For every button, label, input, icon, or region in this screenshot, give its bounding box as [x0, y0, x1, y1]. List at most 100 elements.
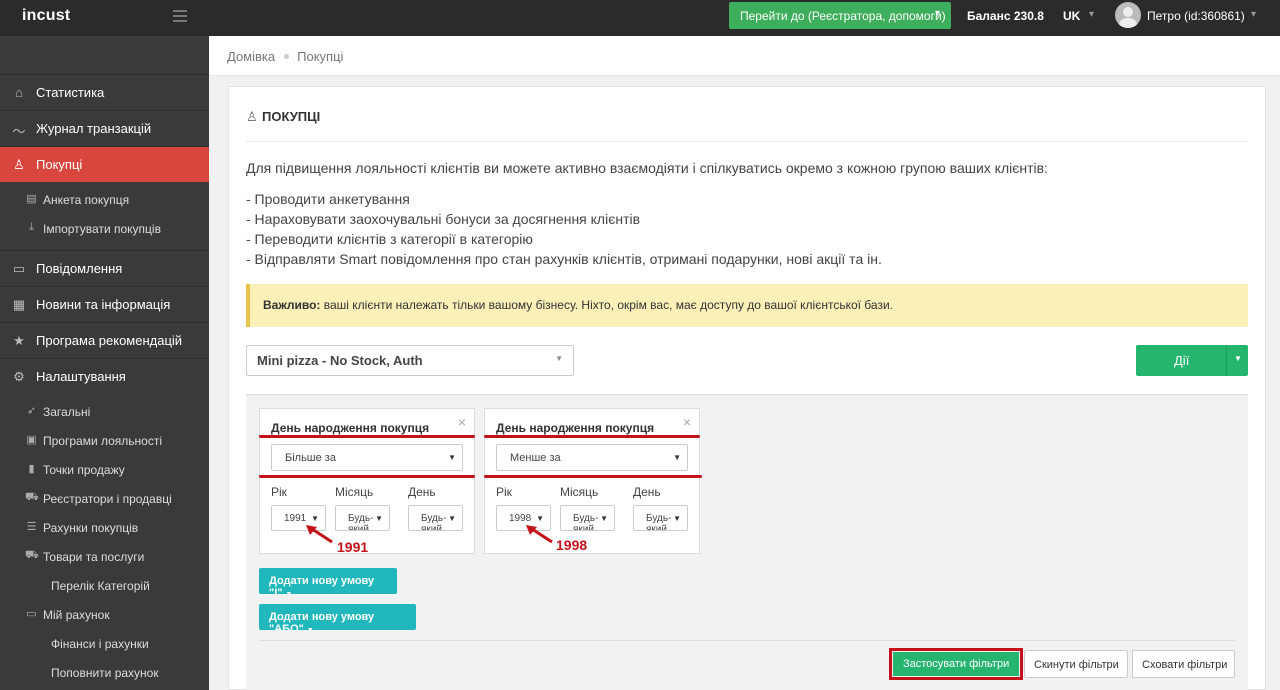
sidebar-subitem-questionnaire[interactable]: ▤ Анкета покупця	[0, 186, 209, 215]
chevron-down-icon: ▾	[934, 8, 940, 19]
avatar[interactable]	[1115, 2, 1141, 28]
newspaper-icon: ▦	[12, 297, 26, 312]
day-select[interactable]: Будь-який ▼	[633, 505, 688, 531]
sidebar-subitem-import[interactable]: ⤓ Імпортувати покупців	[0, 215, 209, 244]
sidebar-item-referral[interactable]: ★ Програма рекомендацій	[0, 322, 209, 358]
sidebar-subitem-points-of-sale[interactable]: ▮ Точки продажу	[0, 456, 209, 485]
goto-button[interactable]: Перейти до (Реєстратора, допомоги) ▾	[729, 2, 951, 29]
balance: Баланс 230.8	[967, 9, 1044, 23]
annotation-underline	[259, 475, 475, 478]
annotation-arrow-icon	[306, 525, 333, 544]
money-icon: ▭	[26, 608, 37, 620]
settings-subnav: ➶ Загальні ▣ Програми лояльності ▮ Точки…	[0, 394, 209, 690]
sidebar-subitem-finance[interactable]: Фінанси і рахунки	[0, 630, 209, 659]
month-label: Місяць	[335, 485, 374, 499]
add-and-label: Додати нову умову "І"	[269, 575, 375, 599]
building-icon: ▮	[28, 463, 35, 475]
annotation-underline	[259, 435, 475, 438]
breadcrumb-home[interactable]: Домівка	[227, 49, 275, 64]
filter-condition: День народження покупця × Менше за ▼ Рік …	[484, 408, 700, 554]
day-select[interactable]: Будь-який ▼	[408, 505, 463, 531]
menu-toggle-icon[interactable]	[173, 10, 187, 22]
message-icon: ▭	[12, 261, 26, 276]
download-icon: ⤓	[29, 221, 34, 233]
chevron-down-icon[interactable]: ▾	[1089, 9, 1094, 20]
sidebar-subitem-label: Фінанси і рахунки	[51, 637, 149, 651]
users-icon: ♙	[246, 109, 258, 124]
filter-panel: День народження покупця × Більше за ▼ Рік…	[246, 394, 1248, 690]
annotation-arrow-icon	[526, 525, 553, 544]
chevron-down-icon[interactable]: ▾	[1251, 9, 1256, 20]
sidebar-item-label: Повідомлення	[36, 261, 123, 276]
sidebar-subitem-label: Програми лояльності	[43, 434, 163, 448]
month-select[interactable]: Будь-який ▼	[560, 505, 615, 531]
sidebar-item-statistics[interactable]: ⌂ Статистика	[0, 74, 209, 110]
operator-select[interactable]: Більше за ▼	[271, 444, 463, 471]
sidebar-subitem-general[interactable]: ➶ Загальні	[0, 398, 209, 427]
feature-item: - Відправляти Smart повідомлення про ста…	[246, 251, 882, 267]
document-icon: ▤	[26, 193, 37, 205]
page-title: ♙ ПОКУПЦІ	[246, 109, 320, 125]
sidebar-item-settings[interactable]: ⚙ Налаштування	[0, 358, 209, 394]
close-icon[interactable]: ×	[683, 414, 691, 430]
intro-text: Для підвищення лояльності клієнтів ви мо…	[246, 160, 1048, 176]
sidebar-subitem-accounts[interactable]: ☰ Рахунки покупців	[0, 514, 209, 543]
hide-filters-button[interactable]: Сховати фільтри	[1132, 650, 1235, 678]
sidebar-subitem-topup[interactable]: Поповнити рахунок	[0, 659, 209, 688]
gift-icon: ▣	[26, 434, 37, 446]
actions-button[interactable]: Дії ▼	[1136, 345, 1248, 376]
sidebar-subitem-label: Імпортувати покупців	[43, 222, 161, 236]
feature-list: - Проводити анкетування - Нараховувати з…	[246, 189, 882, 269]
gear-icon: ⚙	[13, 369, 25, 384]
sidebar-subitem-goods[interactable]: ⛟ Товари та послуги	[0, 543, 209, 572]
alert-strong: Важливо:	[263, 298, 321, 312]
annotation-underline	[484, 475, 702, 478]
star-icon: ★	[13, 333, 25, 348]
close-icon[interactable]: ×	[458, 414, 466, 430]
breadcrumb-current: Покупці	[297, 49, 344, 64]
sidebar-subitem-label: Перелік Категорій	[51, 579, 150, 593]
chevron-down-icon: ▼	[448, 453, 456, 462]
apply-filters-button[interactable]: Застосувати фільтри	[893, 652, 1019, 676]
add-or-condition-button[interactable]: Додати нову умову "АБО" ▼	[259, 604, 416, 635]
actions-dropdown-toggle[interactable]: ▼	[1226, 345, 1248, 376]
operator-select[interactable]: Менше за ▼	[496, 444, 688, 471]
chevron-down-icon: ▼	[555, 354, 563, 363]
sidebar-item-customers[interactable]: ♙ Покупці	[0, 146, 209, 182]
chart-line-icon: 〜	[12, 124, 26, 139]
day-label: День	[408, 485, 436, 499]
add-and-condition-button[interactable]: Додати нову умову "І" ▼	[259, 568, 397, 599]
customers-card: ♙ ПОКУПЦІ Для підвищення лояльності клієн…	[228, 86, 1266, 690]
month-value: Будь-який	[348, 513, 374, 531]
reset-filters-button[interactable]: Скинути фільтри	[1024, 650, 1128, 678]
sidebar-subitem-my-account[interactable]: ▭ Мій рахунок	[0, 601, 209, 630]
add-or-label: Додати нову умову "АБО"	[269, 611, 375, 635]
sidebar-subitem-label: Реєстратори і продавці	[43, 492, 172, 506]
month-select[interactable]: Будь-який ▼	[335, 505, 390, 531]
year-value: 1998	[509, 513, 532, 524]
sidebar-item-news[interactable]: ▦ Новини та інформація	[0, 286, 209, 322]
filter-condition: День народження покупця × Більше за ▼ Рік…	[259, 408, 475, 554]
loyalty-program-select[interactable]: Mini pizza - No Stock, Auth ▼	[246, 345, 574, 376]
sidebar-subitem-categories[interactable]: Перелік Категорій	[0, 572, 209, 601]
chevron-down-icon: ▼	[448, 514, 456, 523]
sidebar-item-transactions[interactable]: 〜 Журнал транзакцій	[0, 110, 209, 146]
top-bar: incust Перейти до (Реєстратора, допомоги…	[0, 0, 1280, 36]
divider	[259, 640, 1235, 641]
annotation-year-1998: 1998	[556, 537, 588, 553]
rocket-icon: ➶	[26, 405, 37, 417]
condition-title: День народження покупця	[271, 421, 430, 435]
sidebar-subitem-loyalty[interactable]: ▣ Програми лояльності	[0, 427, 209, 456]
sidebar-subitem-label: Точки продажу	[43, 463, 125, 477]
logo[interactable]: incust	[22, 7, 70, 25]
language-selector[interactable]: UK	[1063, 9, 1080, 23]
sidebar-subitem-label: Поповнити рахунок	[51, 666, 159, 680]
chevron-down-icon: ▼	[673, 453, 681, 462]
users-icon: ♙	[13, 157, 25, 172]
sidebar-item-messages[interactable]: ▭ Повідомлення	[0, 250, 209, 286]
feature-item: - Переводити клієнтів з категорії в кате…	[246, 231, 533, 247]
sidebar-item-label: Новини та інформація	[36, 297, 171, 312]
annotation-underline	[484, 435, 700, 438]
user-name[interactable]: Петро (id:360861)	[1147, 9, 1245, 23]
sidebar-subitem-registrators[interactable]: ⛟ Реєстратори і продавці	[0, 485, 209, 514]
